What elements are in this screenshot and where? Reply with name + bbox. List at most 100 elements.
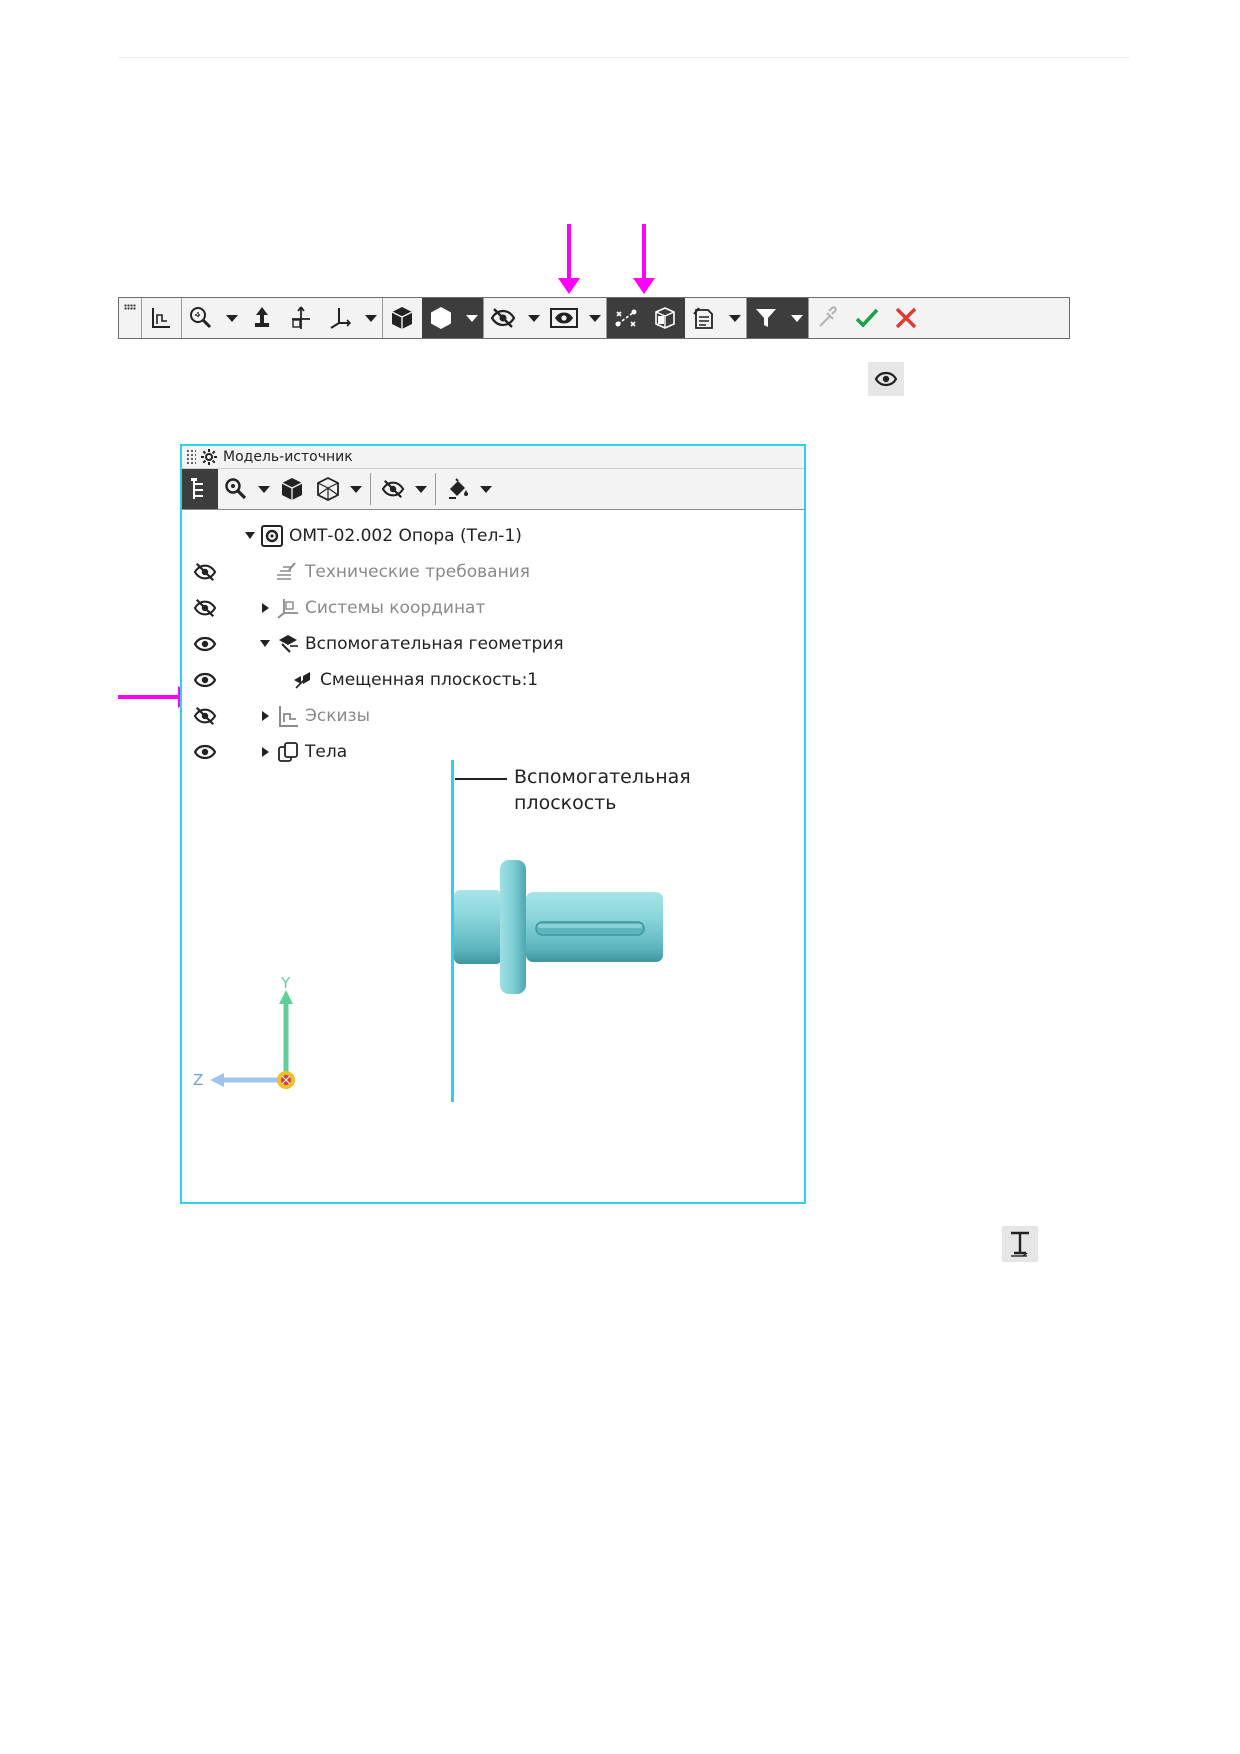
- panel-shaded-button[interactable]: [274, 469, 310, 509]
- model-source-panel: Модель-источник ОМТ-02.002 Опора (Тел-1)…: [180, 444, 806, 1204]
- eye-icon[interactable]: [192, 670, 218, 690]
- tree-label-tech-requirements: Технические требования: [305, 562, 530, 582]
- funnel-icon: [756, 309, 776, 327]
- tree-label-offset-plane: Смещенная плоскость:1: [320, 670, 539, 690]
- expander-down-icon[interactable]: [245, 532, 255, 539]
- tree-view-button[interactable]: [182, 469, 218, 509]
- chevron-down-icon: [226, 314, 238, 322]
- paint-bucket-icon: [449, 478, 468, 499]
- panel-grip[interactable]: [186, 449, 196, 465]
- text-style-icon-sample: [1002, 1226, 1038, 1262]
- panel-toolbar-separator: [370, 473, 371, 505]
- tree-row-bodies[interactable]: Тела: [182, 734, 782, 770]
- eye-icon[interactable]: [192, 742, 218, 762]
- eye-hidden-icon[interactable]: [192, 598, 218, 618]
- section-view-button[interactable]: [646, 298, 685, 338]
- tree-label-bodies: Тела: [305, 742, 348, 762]
- view-direction-icon: [292, 306, 310, 329]
- auxiliary-geometry-icon: [276, 632, 300, 656]
- eyedropper-button[interactable]: [809, 298, 848, 338]
- visible-eye-icon-sample: [868, 362, 904, 396]
- toolbar-grip[interactable]: [119, 298, 142, 338]
- shaft-part-model[interactable]: [450, 852, 670, 1002]
- solid-cube-icon: [281, 478, 303, 500]
- axes-view-dropdown[interactable]: [360, 298, 382, 338]
- panel-appearance-dropdown[interactable]: [476, 469, 496, 509]
- constraints-button[interactable]: [607, 298, 646, 338]
- panel-title-bar[interactable]: Модель-источник: [182, 446, 804, 469]
- tree-label-auxiliary-geometry: Вспомогательная геометрия: [305, 634, 564, 654]
- view-direction-button[interactable]: [282, 298, 321, 338]
- panel-zoom-button[interactable]: [218, 469, 254, 509]
- panel-hide-dropdown[interactable]: [411, 469, 431, 509]
- axes-view-button[interactable]: [321, 298, 360, 338]
- section-cube-icon: [655, 307, 675, 329]
- confirm-button[interactable]: [848, 298, 887, 338]
- axis-label-y: Y: [280, 976, 291, 992]
- callout-line-2: плоскость: [514, 792, 617, 814]
- eyedropper-icon: [819, 306, 837, 327]
- show-hidden-objects-dropdown[interactable]: [584, 298, 606, 338]
- chevron-down-icon: [480, 485, 492, 493]
- panel-hide-button[interactable]: [375, 469, 411, 509]
- filter-edit-button[interactable]: [685, 298, 724, 338]
- coordinate-systems-icon: [276, 596, 300, 620]
- hide-objects-button[interactable]: [484, 298, 523, 338]
- chevron-down-icon: [350, 485, 362, 493]
- gear-icon[interactable]: [200, 448, 218, 466]
- panel-zoom-dropdown[interactable]: [254, 469, 274, 509]
- axis-label-z: Z: [193, 1071, 203, 1089]
- tree-label-part: ОМТ-02.002 Опора (Тел-1): [289, 526, 522, 546]
- offset-plane-icon: [291, 668, 315, 692]
- tree-row-part[interactable]: ОМТ-02.002 Опора (Тел-1): [182, 518, 782, 554]
- callout-arrow-show-button: [633, 224, 655, 294]
- expander-down-icon[interactable]: [260, 640, 270, 647]
- zoom-magnifier-icon: [190, 307, 212, 329]
- bodies-icon: [276, 740, 300, 764]
- eye-hidden-icon[interactable]: [192, 706, 218, 726]
- panel-appearance-button[interactable]: [440, 469, 476, 509]
- eye-in-frame-icon: [550, 308, 578, 328]
- orientation-icon: [255, 307, 269, 327]
- tree-row-tech-requirements[interactable]: Технические требования: [182, 554, 782, 590]
- tree-row-sketches[interactable]: Эскизы: [182, 698, 782, 734]
- filter-button[interactable]: [747, 298, 786, 338]
- eye-icon: [874, 371, 898, 387]
- sketch-button[interactable]: [142, 298, 181, 338]
- chevron-down-icon: [729, 314, 741, 322]
- orientation-button[interactable]: [243, 298, 282, 338]
- panel-display-dropdown[interactable]: [346, 469, 366, 509]
- eye-hidden-icon: [490, 308, 516, 328]
- panel-toolbar: [182, 469, 804, 510]
- expander-right-icon[interactable]: [262, 603, 269, 613]
- tree-row-auxiliary-geometry[interactable]: Вспомогательная геометрия: [182, 626, 782, 662]
- eye-hidden-icon[interactable]: [192, 562, 218, 582]
- filter-edit-dropdown[interactable]: [724, 298, 746, 338]
- expander-right-icon[interactable]: [262, 747, 269, 757]
- tree-row-coordinate-systems[interactable]: Системы координат: [182, 590, 782, 626]
- hide-objects-dropdown[interactable]: [523, 298, 545, 338]
- callout-line-1: Вспомогательная: [514, 766, 691, 788]
- panel-wireframe-button[interactable]: [310, 469, 346, 509]
- shaded-display-button[interactable]: [383, 298, 422, 338]
- cancel-button[interactable]: [887, 298, 926, 338]
- expander-right-icon[interactable]: [262, 711, 269, 721]
- auxiliary-plane-callout: Вспомогательная плоскость: [514, 764, 691, 816]
- chevron-down-icon: [415, 485, 427, 493]
- tree-row-offset-plane[interactable]: Смещенная плоскость:1: [182, 662, 782, 698]
- chevron-down-icon: [528, 314, 540, 322]
- checkmark-icon: [855, 308, 879, 328]
- chevron-down-icon: [258, 485, 270, 493]
- zoom-dropdown[interactable]: [221, 298, 243, 338]
- show-hidden-objects-button[interactable]: [545, 298, 584, 338]
- panel-title: Модель-источник: [223, 449, 353, 465]
- display-mode-button[interactable]: [422, 298, 461, 338]
- eye-icon[interactable]: [192, 634, 218, 654]
- eye-hidden-icon: [381, 479, 405, 499]
- close-icon: [895, 307, 917, 329]
- text-height-icon: [1011, 1231, 1029, 1257]
- callout-arrow-hide-button: [558, 224, 580, 294]
- display-mode-dropdown[interactable]: [461, 298, 483, 338]
- filter-dropdown[interactable]: [786, 298, 808, 338]
- zoom-button[interactable]: [182, 298, 221, 338]
